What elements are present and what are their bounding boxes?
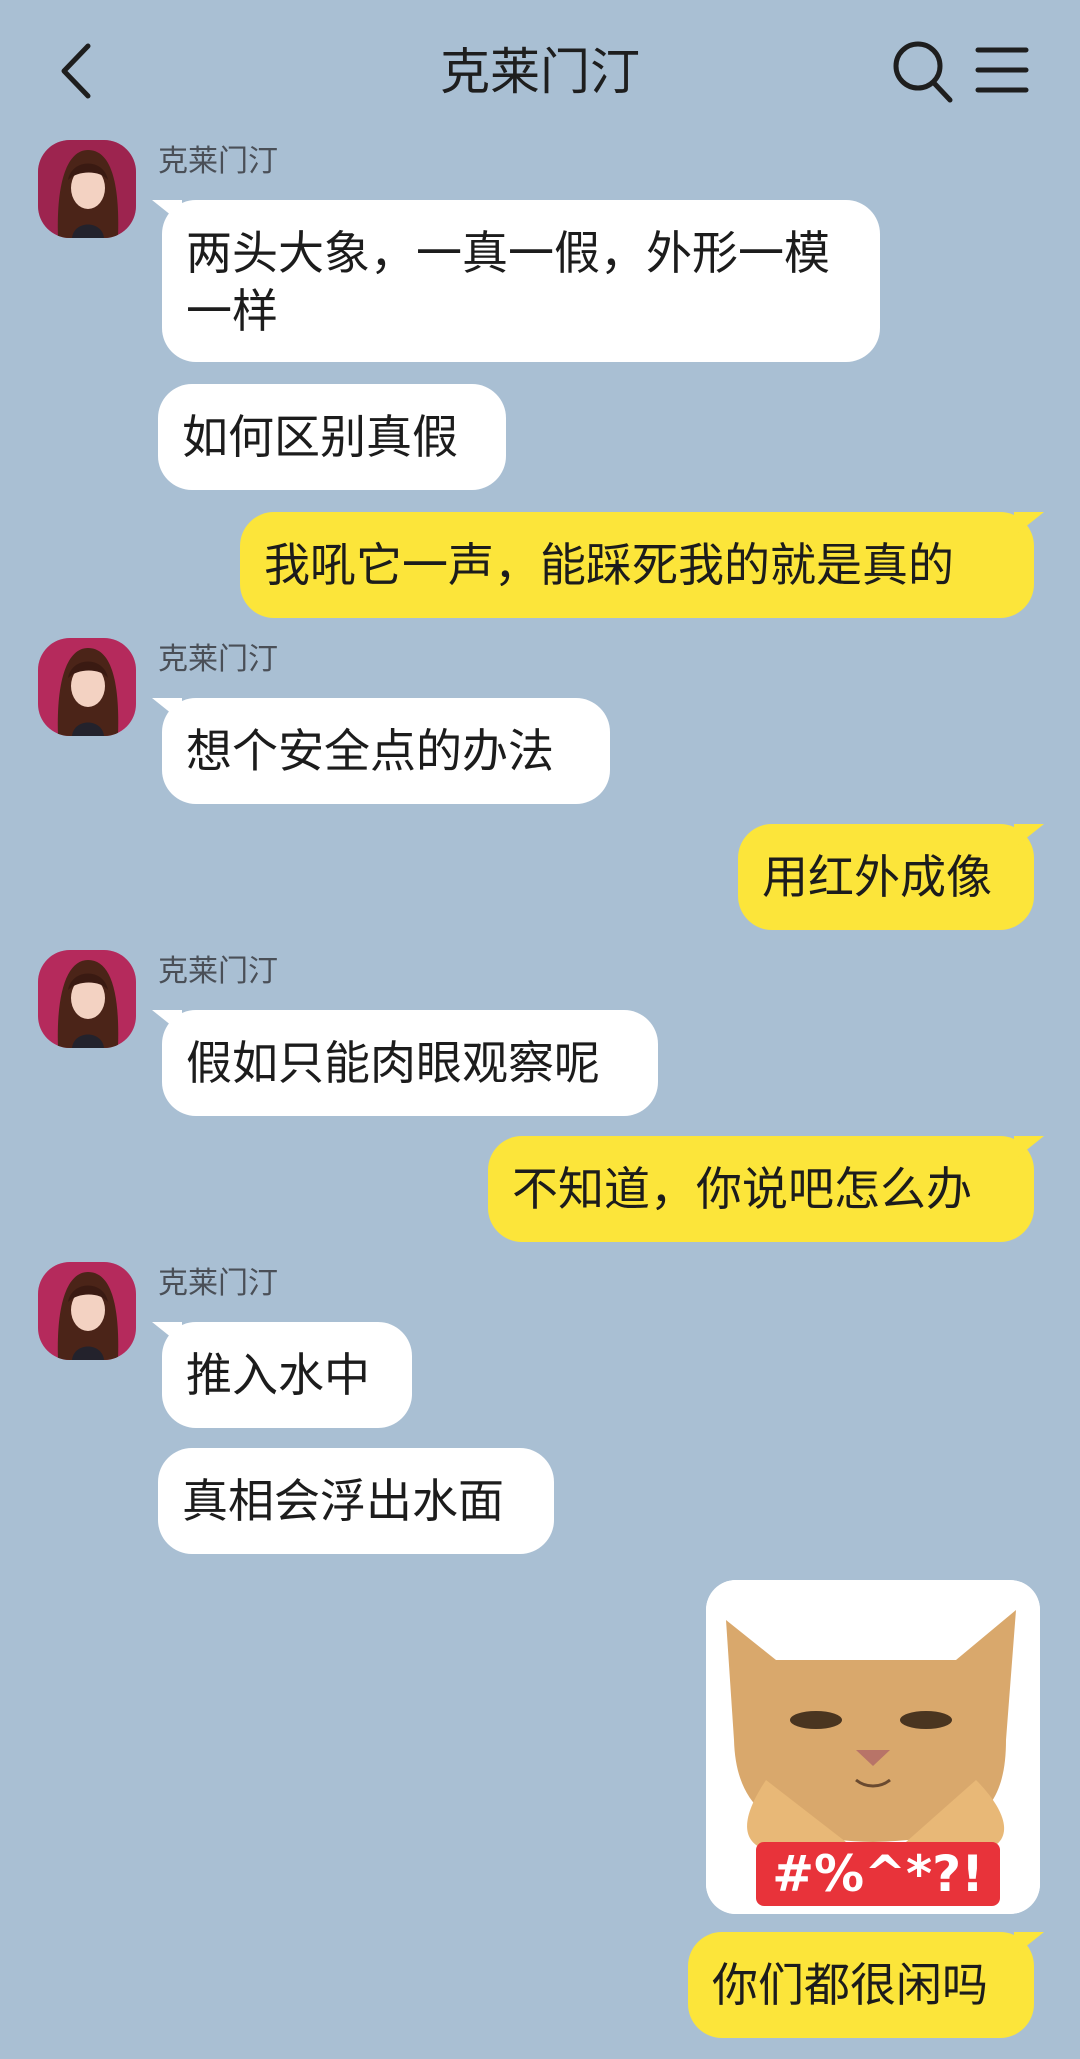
angry-cat-sticker[interactable]: #%^*?!: [706, 1580, 1040, 1914]
avatar-image: [38, 638, 136, 736]
message-bubble-incoming[interactable]: 推入水中: [152, 1322, 412, 1428]
bubble-tail: [1014, 824, 1044, 848]
avatar-image: [38, 1262, 136, 1360]
sender-name: 克莱门汀: [158, 1266, 278, 1301]
message-text: 用红外成像: [762, 850, 992, 904]
message-bubble-outgoing[interactable]: 你们都很闲吗: [688, 1932, 1044, 2038]
message-text: 想个安全点的办法: [186, 724, 554, 778]
bubble-tail: [152, 1322, 182, 1346]
hamburger-menu-icon: [975, 47, 1029, 93]
bubble-tail: [1014, 512, 1044, 536]
chevron-left-icon: [61, 43, 91, 99]
message-bubble-incoming[interactable]: 如何区别真假: [158, 384, 506, 490]
message-bubble-outgoing[interactable]: 不知道，你说吧怎么办: [488, 1136, 1044, 1242]
bubble-tail: [152, 698, 182, 722]
message-bubble-incoming[interactable]: 想个安全点的办法: [152, 698, 610, 804]
sticker-caption: #%^*?!: [756, 1842, 1000, 1906]
sender-name: 克莱门汀: [158, 642, 278, 677]
message-bubble-incoming[interactable]: 两头大象，一真一假，外形一模一样: [152, 200, 880, 362]
message-bubble-incoming[interactable]: 真相会浮出水面: [158, 1448, 554, 1554]
message-text: 我吼它一声，能踩死我的就是真的: [264, 538, 954, 592]
avatar-image: [38, 950, 136, 1048]
bubble-tail: [152, 200, 182, 224]
chat-title: 克莱门汀: [440, 43, 640, 101]
message-bubble-incoming[interactable]: 假如只能肉眼观察呢: [152, 1010, 658, 1116]
message-bubble-outgoing[interactable]: 我吼它一声，能踩死我的就是真的: [240, 512, 1044, 618]
message-text: 真相会浮出水面: [182, 1474, 504, 1528]
back-button[interactable]: [50, 36, 110, 106]
message-text: 假如只能肉眼观察呢: [186, 1036, 600, 1090]
sender-name: 克莱门汀: [158, 954, 278, 989]
avatar-image: [38, 140, 136, 238]
avatar[interactable]: [38, 1262, 136, 1360]
avatar[interactable]: [38, 950, 136, 1048]
message-text: 两头大象，一真一假，外形一模一样: [186, 226, 830, 338]
avatar[interactable]: [38, 140, 136, 238]
message-text: 推入水中: [186, 1348, 370, 1402]
menu-button[interactable]: [972, 40, 1032, 100]
message-text: 如何区别真假: [182, 410, 458, 464]
avatar[interactable]: [38, 638, 136, 736]
bubble-tail: [1014, 1932, 1044, 1956]
bubble-tail: [1014, 1136, 1044, 1160]
message-bubble-outgoing[interactable]: 用红外成像: [738, 824, 1044, 930]
chat-screen: 克莱门汀 克莱门汀 两头大象，一真一假，外形一模一样 如何区别真假 我吼它一声，…: [0, 0, 1080, 2059]
bubble-tail: [152, 1010, 182, 1034]
sender-name: 克莱门汀: [158, 144, 278, 179]
search-icon: [893, 41, 953, 103]
top-bar: 克莱门汀: [0, 0, 1080, 140]
message-text: 不知道，你说吧怎么办: [512, 1162, 972, 1216]
message-text: 你们都很闲吗: [712, 1958, 988, 2012]
search-button[interactable]: [890, 36, 956, 106]
